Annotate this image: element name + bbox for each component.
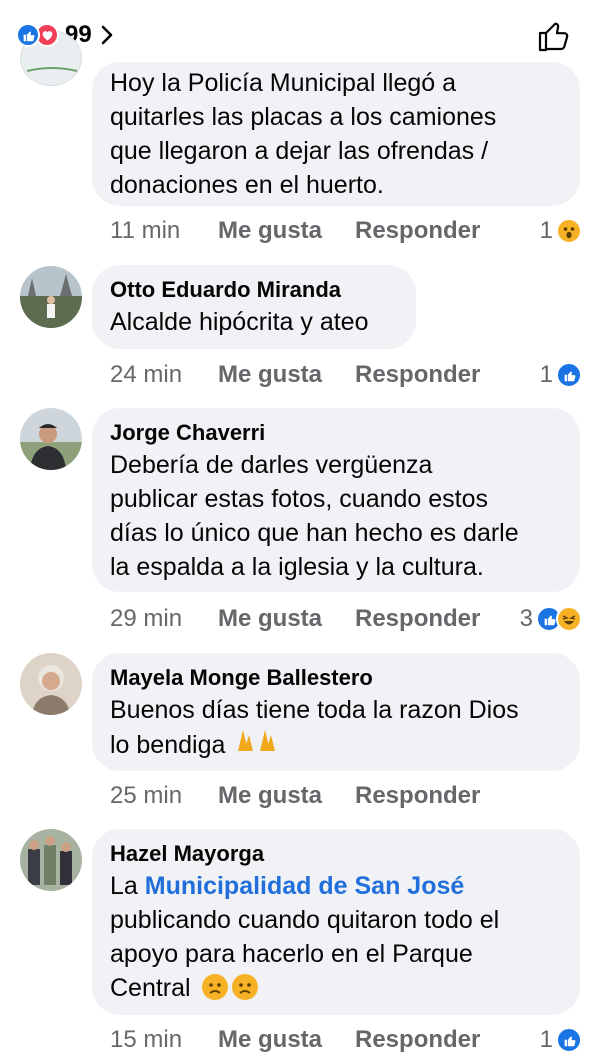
like-button[interactable]: Me gusta [218, 605, 355, 633]
comment-time: 25 min [110, 782, 183, 809]
comment-author[interactable]: Otto Eduardo Miranda [110, 275, 398, 305]
comment-bubble: Hoy la Policía Municipal llegó a quitarl… [92, 62, 580, 206]
reply-button[interactable]: Responder [355, 361, 480, 389]
comment-text: Alcalde hipócrita y ateo [110, 308, 369, 336]
haha-icon [556, 606, 582, 632]
comment-reaction-count: 3 [519, 605, 533, 632]
praying-hands-icon [232, 727, 280, 763]
comment-bubble: Jorge Chaverri Debería de darles vergüen… [92, 408, 580, 592]
like-icon [556, 362, 582, 388]
comment-text: La Municipalidad de San José publicando … [110, 872, 500, 1002]
comment-time: 29 min [110, 605, 183, 632]
like-button[interactable]: Me gusta [218, 217, 355, 245]
avatar[interactable] [20, 266, 82, 328]
reply-button[interactable]: Responder [355, 217, 480, 245]
sad-face-icon [201, 974, 228, 1000]
chevron-right-icon [101, 25, 113, 45]
comment-time: 15 min [110, 1026, 183, 1053]
comment-text: Debería de darles vergüenza publicar est… [110, 451, 519, 581]
reply-button[interactable]: Responder [355, 1026, 480, 1054]
comment-reactions[interactable]: 1 [540, 214, 582, 248]
comment-text: Hoy la Policía Municipal llegó a quitarl… [110, 69, 497, 199]
comment-author[interactable]: Mayela Monge Ballestero [110, 663, 562, 693]
comment-time: 11 min [110, 217, 181, 244]
avatar[interactable] [20, 408, 82, 470]
comment-time: 24 min [110, 361, 183, 388]
avatar[interactable] [20, 829, 82, 891]
reply-button[interactable]: Responder [355, 605, 480, 633]
comment-actions: 29 min Me gusta Responder [110, 602, 480, 636]
comment-actions: 24 min Me gusta Responder [110, 358, 480, 392]
comment-bubble: Otto Eduardo Miranda Alcalde hipócrita y… [92, 265, 416, 349]
comment-author[interactable]: Hazel Mayorga [110, 839, 562, 869]
mention-link[interactable]: Municipalidad de San José [145, 872, 465, 900]
comment-reactions[interactable]: 1 [540, 1023, 582, 1057]
comment-author[interactable]: Jorge Chaverri [110, 418, 562, 448]
avatar[interactable] [20, 653, 82, 715]
comment-reaction-count: 1 [539, 361, 553, 388]
comment-bubble: Mayela Monge Ballestero Buenos días tien… [92, 653, 580, 771]
wow-icon [556, 218, 582, 244]
comment-reaction-count: 1 [539, 1026, 553, 1053]
comments-header: 99 [0, 0, 600, 68]
comment-text: Buenos días tiene toda la razon Dios lo … [110, 693, 562, 763]
comment-actions: 11 min Me gusta Responder [110, 214, 480, 248]
comment-reactions[interactable]: 1 [540, 358, 582, 392]
reply-button[interactable]: Responder [355, 782, 480, 810]
comment-bubble: Hazel Mayorga La Municipalidad de San Jo… [92, 829, 580, 1015]
like-button[interactable]: Me gusta [218, 782, 355, 810]
sad-face-icon [231, 974, 258, 1000]
like-button[interactable]: Me gusta [218, 1026, 355, 1054]
comment-actions: 15 min Me gusta Responder [110, 1023, 480, 1057]
like-button[interactable]: Me gusta [218, 361, 355, 389]
thumbs-up-icon[interactable] [536, 18, 572, 54]
comment-actions: 25 min Me gusta Responder [110, 779, 480, 813]
comment-reactions[interactable]: 3 [520, 602, 582, 636]
like-icon [556, 1027, 582, 1053]
like-icon [16, 23, 40, 47]
comment-reaction-count: 1 [539, 217, 553, 244]
